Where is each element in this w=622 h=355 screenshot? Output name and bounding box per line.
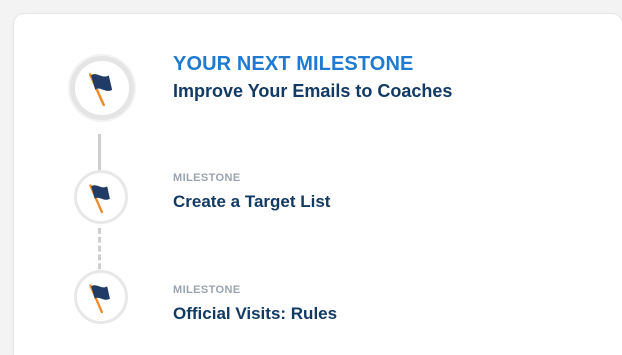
next-milestone-heading: YOUR NEXT MILESTONE (173, 53, 414, 75)
milestone-label: MILESTONE (173, 172, 241, 184)
milestone-badge (74, 170, 128, 224)
milestone-item[interactable]: MILESTONE Create a Target List (173, 171, 330, 213)
next-milestone-title[interactable]: Improve Your Emails to Coaches (173, 79, 452, 103)
next-milestone-badge (70, 56, 134, 120)
milestones-card: YOUR NEXT MILESTONE Improve Your Emails … (14, 14, 622, 355)
milestone-item[interactable]: MILESTONE Official Visits: Rules (173, 283, 337, 325)
milestone-label: MILESTONE (173, 284, 241, 296)
flag-icon (88, 73, 113, 107)
flag-icon (89, 184, 110, 214)
next-milestone[interactable]: YOUR NEXT MILESTONE Improve Your Emails … (173, 52, 452, 103)
milestone-title[interactable]: Official Visits: Rules (173, 303, 337, 325)
flag-icon (89, 284, 110, 314)
milestone-badge (74, 270, 128, 324)
milestone-title[interactable]: Create a Target List (173, 191, 330, 213)
